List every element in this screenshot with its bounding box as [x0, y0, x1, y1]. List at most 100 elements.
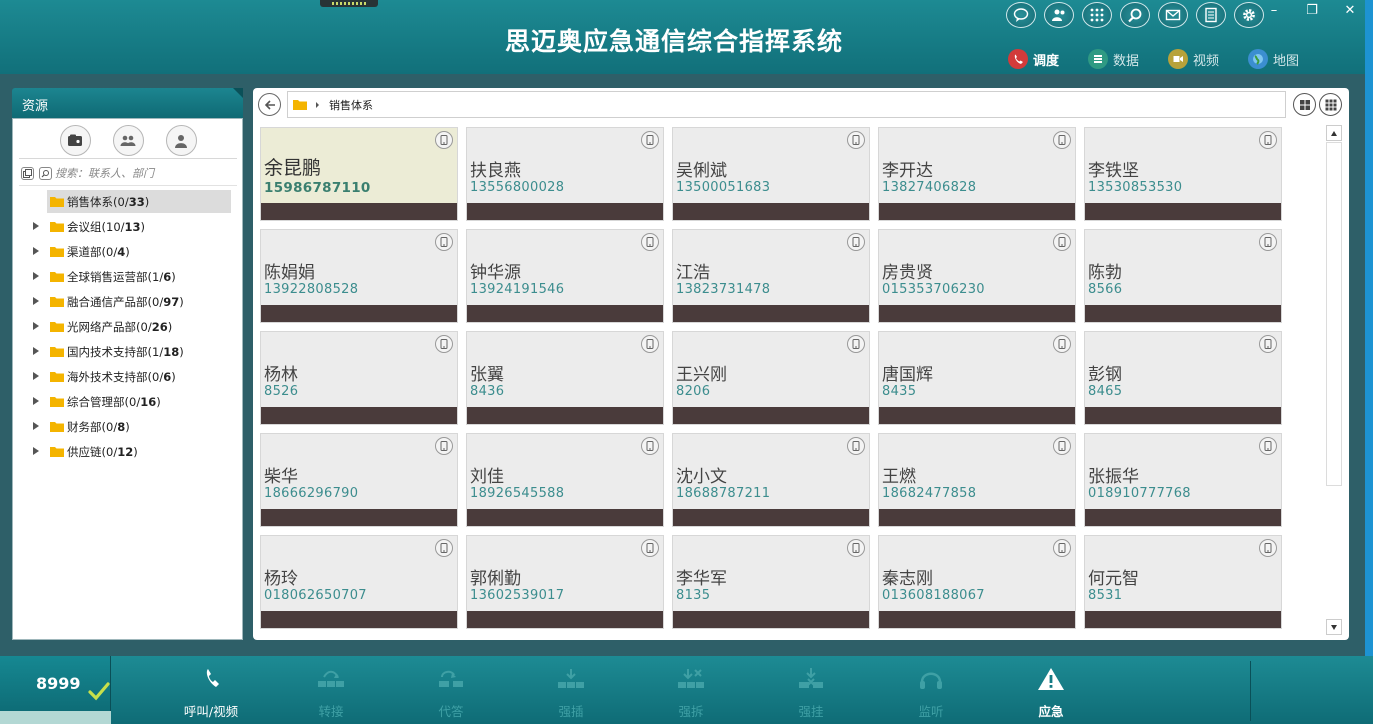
back-button[interactable]	[258, 93, 281, 116]
expand-arrow-icon[interactable]	[33, 222, 39, 230]
mobile-phone-icon[interactable]	[847, 539, 865, 557]
tree-item[interactable]: 综合管理部(0/16)	[13, 389, 242, 414]
contact-card[interactable]: 余昆鹏 15986787110	[260, 127, 458, 221]
contact-card[interactable]: 柴华 18666296790	[260, 433, 458, 527]
expand-arrow-icon[interactable]	[33, 447, 39, 455]
organization-icon[interactable]	[59, 125, 91, 156]
expand-arrow-icon[interactable]	[33, 347, 39, 355]
scrollbar-thumb[interactable]	[1326, 142, 1342, 486]
contact-card[interactable]: 何元智 8531	[1084, 535, 1282, 629]
breadcrumb-current[interactable]: 销售体系	[329, 97, 373, 113]
emergency-button[interactable]: 应急	[1001, 656, 1101, 724]
contact-card[interactable]: 陈勃 8566	[1084, 229, 1282, 323]
force-hangup-button[interactable]: 强挂	[761, 656, 861, 724]
mobile-phone-icon[interactable]	[641, 539, 659, 557]
force-release-button[interactable]: 强拆	[641, 656, 741, 724]
mobile-phone-icon[interactable]	[1259, 539, 1277, 557]
expand-arrow-icon[interactable]	[33, 297, 39, 305]
mobile-phone-icon[interactable]	[1259, 131, 1277, 149]
expand-arrow-icon[interactable]	[33, 322, 39, 330]
expand-arrow-icon[interactable]	[33, 272, 39, 280]
contact-card[interactable]: 秦志刚 013608188067	[878, 535, 1076, 629]
barge-in-button[interactable]: 强插	[521, 656, 621, 724]
contact-card[interactable]: 唐国辉 8435	[878, 331, 1076, 425]
contact-card[interactable]: 郭俐勤 13602539017	[466, 535, 664, 629]
dialpad-icon[interactable]	[1082, 2, 1112, 28]
phone-call-button[interactable]: 呼叫/视频	[161, 656, 261, 724]
tree-item[interactable]: 会议组(10/13)	[13, 214, 242, 239]
tree-item[interactable]: 国内技术支持部(1/18)	[13, 339, 242, 364]
contact-card[interactable]: 扶良燕 13556800028	[466, 127, 664, 221]
contact-card[interactable]: 杨林 8526	[260, 331, 458, 425]
contact-card[interactable]: 李华军 8135	[672, 535, 870, 629]
tree-item[interactable]: 全球销售运营部(1/6)	[13, 264, 242, 289]
mobile-phone-icon[interactable]	[1259, 335, 1277, 353]
expand-arrow-icon[interactable]	[33, 422, 39, 430]
extension-status[interactable]: 8999	[0, 656, 111, 724]
mobile-phone-icon[interactable]	[847, 335, 865, 353]
search-icon[interactable]	[1120, 2, 1150, 28]
contact-card[interactable]: 吴俐斌 13500051683	[672, 127, 870, 221]
person-icon[interactable]	[165, 125, 197, 156]
group-icon[interactable]	[112, 125, 144, 156]
contact-card[interactable]: 陈娟娟 13922808528	[260, 229, 458, 323]
mobile-phone-icon[interactable]	[1259, 233, 1277, 251]
tab-data[interactable]: 数据	[1088, 48, 1139, 70]
tab-video[interactable]: 视频	[1168, 48, 1219, 70]
mobile-phone-icon[interactable]	[435, 335, 453, 353]
mobile-phone-icon[interactable]	[641, 233, 659, 251]
contact-card[interactable]: 彭钢 8465	[1084, 331, 1282, 425]
tab-dispatch[interactable]: 调度	[1008, 48, 1059, 70]
minimize-button[interactable]: –	[1267, 3, 1281, 18]
collapse-all-icon[interactable]	[21, 166, 34, 180]
tree-item[interactable]: 财务部(0/8)	[13, 414, 242, 439]
mobile-phone-icon[interactable]	[847, 437, 865, 455]
mobile-phone-icon[interactable]	[847, 233, 865, 251]
mail-icon[interactable]	[1158, 2, 1188, 28]
tree-item[interactable]: 渠道部(0/4)	[13, 239, 242, 264]
mobile-phone-icon[interactable]	[435, 539, 453, 557]
contact-card[interactable]: 张振华 018910777768	[1084, 433, 1282, 527]
tree-item[interactable]: 光网络产品部(0/26)	[13, 314, 242, 339]
contact-card[interactable]: 张翼 8436	[466, 331, 664, 425]
mobile-phone-icon[interactable]	[435, 437, 453, 455]
mobile-phone-icon[interactable]	[435, 131, 453, 149]
scroll-down-button[interactable]	[1326, 619, 1342, 635]
monitor-button[interactable]: 监听	[881, 656, 981, 724]
tab-globe[interactable]: 地图	[1248, 48, 1299, 70]
mobile-phone-icon[interactable]	[1259, 437, 1277, 455]
pickup-button[interactable]: 代答	[401, 656, 501, 724]
contact-card[interactable]: 李开达 13827406828	[878, 127, 1076, 221]
transfer-button[interactable]: 转接	[281, 656, 381, 724]
mobile-phone-icon[interactable]	[1053, 539, 1071, 557]
search-icon[interactable]	[39, 166, 52, 180]
settings-icon[interactable]	[1234, 2, 1264, 28]
restore-button[interactable]: ❐	[1305, 3, 1319, 18]
tree-item[interactable]: 海外技术支持部(0/6)	[13, 364, 242, 389]
contacts-icon[interactable]	[1044, 2, 1074, 28]
mobile-phone-icon[interactable]	[1053, 437, 1071, 455]
small-grid-view-button[interactable]	[1319, 93, 1342, 116]
mobile-phone-icon[interactable]	[641, 335, 659, 353]
mobile-phone-icon[interactable]	[1053, 233, 1071, 251]
expand-arrow-icon[interactable]	[33, 397, 39, 405]
tree-item[interactable]: 销售体系(0/33)	[13, 189, 242, 214]
mobile-phone-icon[interactable]	[1053, 335, 1071, 353]
expand-arrow-icon[interactable]	[33, 247, 39, 255]
mobile-phone-icon[interactable]	[1053, 131, 1071, 149]
scroll-up-button[interactable]	[1326, 125, 1342, 141]
notes-icon[interactable]	[1196, 2, 1226, 28]
expand-arrow-icon[interactable]	[33, 372, 39, 380]
contact-card[interactable]: 王燃 18682477858	[878, 433, 1076, 527]
vertical-scrollbar[interactable]	[1325, 125, 1343, 638]
mobile-phone-icon[interactable]	[641, 131, 659, 149]
tree-item[interactable]: 供应链(0/12)	[13, 439, 242, 464]
contact-card[interactable]: 李铁坚 13530853530	[1084, 127, 1282, 221]
contact-card[interactable]: 沈小文 18688787211	[672, 433, 870, 527]
search-input[interactable]	[55, 166, 225, 180]
mobile-phone-icon[interactable]	[641, 437, 659, 455]
tree-item[interactable]: 融合通信产品部(0/97)	[13, 289, 242, 314]
contact-card[interactable]: 江浩 13823731478	[672, 229, 870, 323]
drag-handle[interactable]	[320, 0, 378, 7]
contact-card[interactable]: 房贵贤 015353706230	[878, 229, 1076, 323]
